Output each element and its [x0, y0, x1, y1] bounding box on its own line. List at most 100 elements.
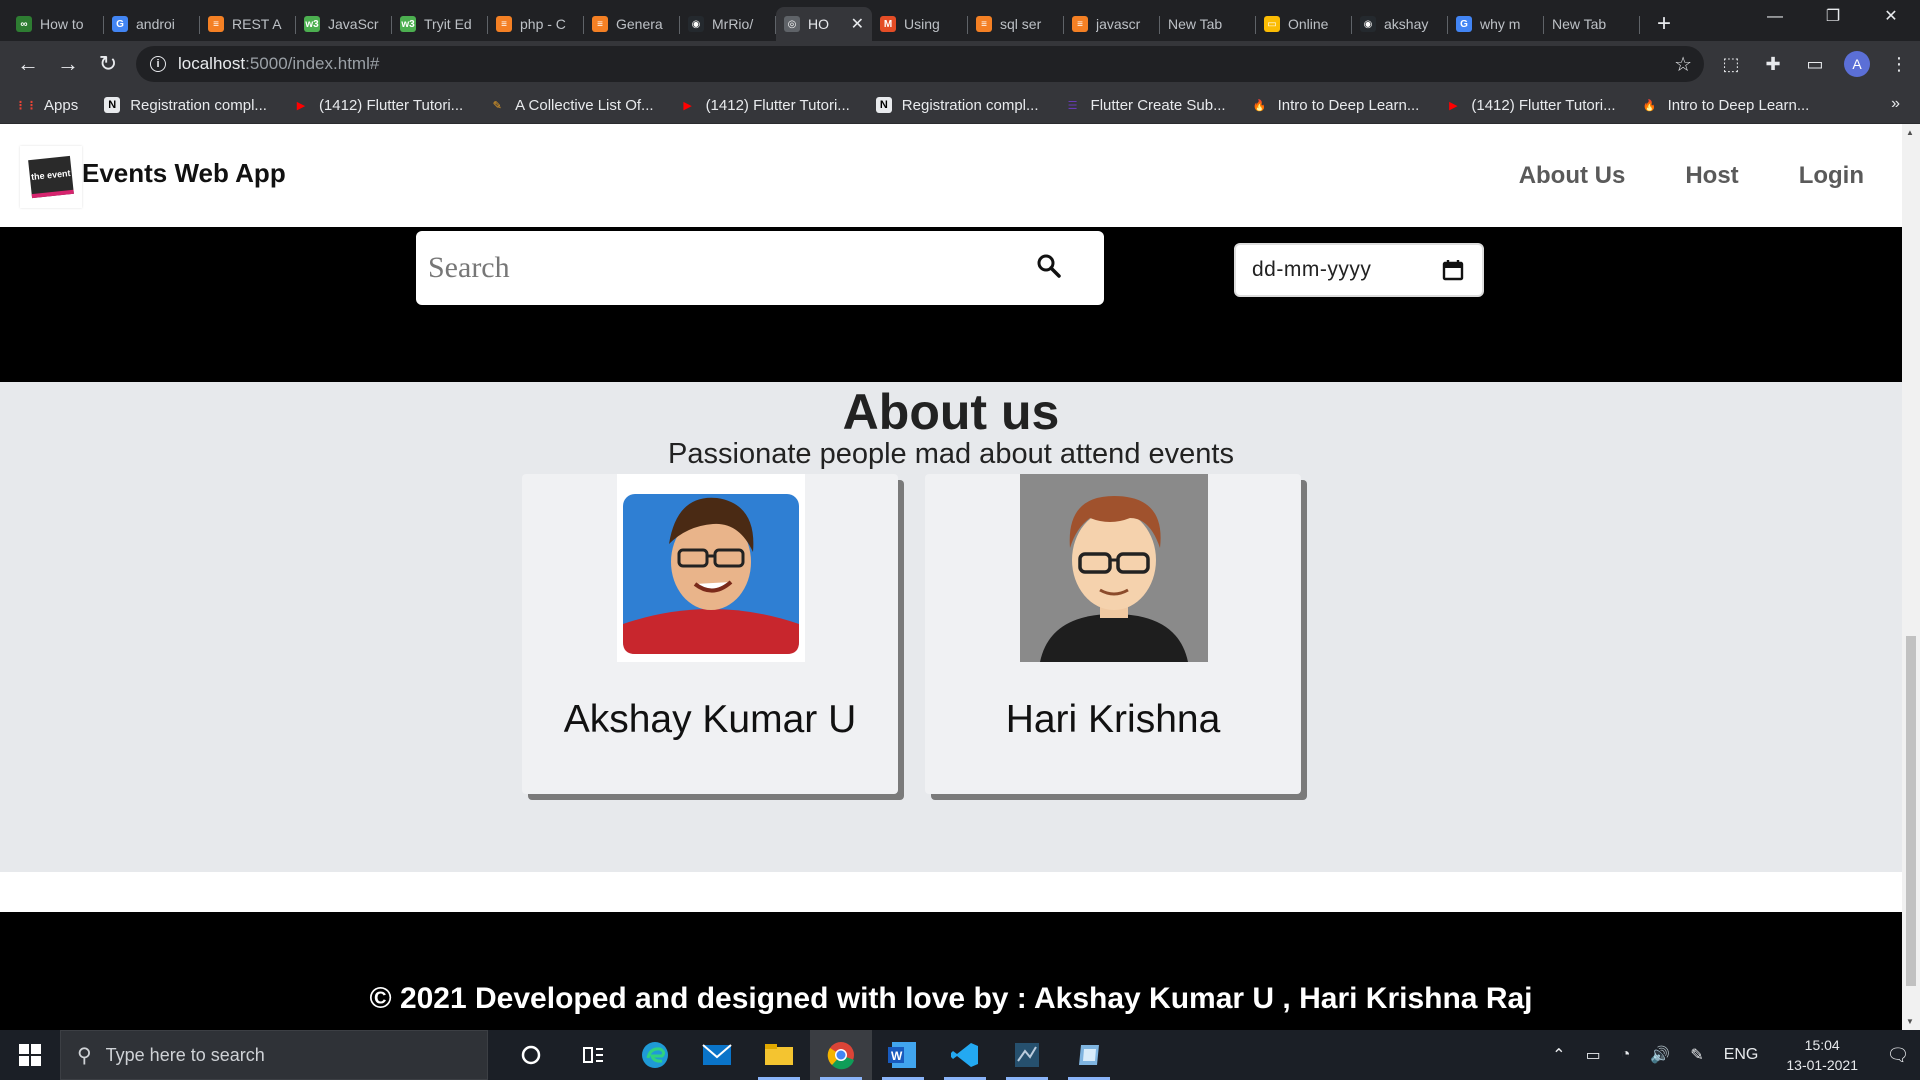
bookmark-favicon-icon: ☰: [1067, 99, 1078, 112]
app-window-icon[interactable]: [1058, 1030, 1120, 1080]
footer-spacer: [0, 872, 1902, 912]
menu-kebab-icon[interactable]: ⋮: [1878, 54, 1920, 75]
brand-title[interactable]: Events Web App: [82, 158, 286, 189]
mail-icon[interactable]: [686, 1030, 748, 1080]
windows-taskbar: ⚲ Type here to search W ⌃ ▭ ◔ 🔊 ✎ ENG 15…: [0, 1030, 1920, 1080]
tab-favicon-icon: ◉: [688, 16, 704, 32]
browser-tab[interactable]: New Tab: [1544, 7, 1640, 41]
scroll-up-icon[interactable]: ▲: [1906, 128, 1914, 137]
avatar: [1020, 474, 1208, 662]
site-logo[interactable]: the event: [20, 146, 82, 208]
browser-tab[interactable]: ≡ REST A: [200, 7, 296, 41]
search-icon[interactable]: [1036, 253, 1062, 284]
bookmark-item[interactable]: 🔥 Intro to Deep Learn...: [1252, 97, 1420, 114]
mysql-workbench-icon[interactable]: [996, 1030, 1058, 1080]
bookmarks-overflow-icon[interactable]: »: [1891, 95, 1900, 113]
browser-tab[interactable]: ◉ MrRio/: [680, 7, 776, 41]
reload-icon[interactable]: ↻: [88, 44, 128, 84]
clock-time: 15:04: [1804, 1037, 1840, 1053]
scrollbar-thumb[interactable]: [1906, 636, 1916, 986]
date-input[interactable]: dd-mm-yyyy: [1234, 243, 1484, 297]
bookmark-item[interactable]: 🔥 Intro to Deep Learn...: [1642, 97, 1810, 114]
browser-tab[interactable]: w3 Tryit Ed: [392, 7, 488, 41]
tab-title: New Tab: [1168, 16, 1223, 32]
tab-title: javascr: [1096, 16, 1141, 32]
word-icon[interactable]: W: [872, 1030, 934, 1080]
tab-favicon-icon: G: [112, 16, 128, 32]
tab-close-icon[interactable]: ✕: [851, 14, 864, 34]
browser-tab[interactable]: ≡ sql ser: [968, 7, 1064, 41]
nav-host[interactable]: Host: [1685, 162, 1738, 190]
windows-start-icon[interactable]: [0, 1030, 60, 1080]
back-icon[interactable]: ←: [8, 44, 48, 84]
bookmark-star-icon[interactable]: ☆: [1674, 52, 1692, 77]
page-scrollbar[interactable]: ▲ ▼: [1902, 124, 1920, 1030]
browser-tab[interactable]: M Using: [872, 7, 968, 41]
tab-title: sql ser: [1000, 16, 1042, 32]
tab-title: Using: [904, 16, 940, 32]
bookmark-item[interactable]: ▶ (1412) Flutter Tutori...: [293, 97, 463, 114]
battery-icon[interactable]: ▭: [1586, 1045, 1601, 1065]
language-indicator[interactable]: ENG: [1724, 1046, 1759, 1064]
taskbar-search-input[interactable]: ⚲ Type here to search: [60, 1030, 488, 1080]
browser-tab[interactable]: New Tab: [1160, 7, 1256, 41]
browser-tab[interactable]: ≡ javascr: [1064, 7, 1160, 41]
chevron-up-icon[interactable]: ⌃: [1552, 1045, 1565, 1065]
svg-text:W: W: [891, 1049, 903, 1063]
nav-about-us[interactable]: About Us: [1519, 162, 1626, 190]
bookmark-favicon-icon: N: [104, 97, 121, 113]
bookmark-item[interactable]: ☰ Flutter Create Sub...: [1065, 97, 1226, 114]
browser-tab[interactable]: ◎ HO ✕: [776, 7, 872, 41]
bookmark-item[interactable]: N Registration compl...: [104, 97, 267, 114]
wifi-icon[interactable]: ◔: [1621, 1046, 1631, 1064]
bookmark-item[interactable]: ⋮⋮ Apps: [15, 97, 78, 114]
browser-tab[interactable]: ≡ Genera: [584, 7, 680, 41]
bookmark-item[interactable]: ▶ (1412) Flutter Tutori...: [680, 97, 849, 114]
bookmark-item[interactable]: ▶ (1412) Flutter Tutori...: [1445, 97, 1615, 114]
nav-login[interactable]: Login: [1799, 162, 1864, 190]
browser-tab[interactable]: Gwhy m: [1448, 7, 1544, 41]
minimize-icon[interactable]: —: [1746, 0, 1804, 34]
tab-favicon-icon: ▭: [1264, 16, 1280, 32]
calendar-icon[interactable]: [1442, 259, 1464, 286]
profile-avatar[interactable]: A: [1836, 51, 1878, 77]
notification-icon[interactable]: 🗨: [1876, 1045, 1920, 1066]
bookmark-favicon-icon: ▶: [296, 99, 306, 112]
new-tab-button[interactable]: +: [1646, 7, 1682, 41]
browser-tab[interactable]: w3 JavaScr: [296, 7, 392, 41]
forward-icon[interactable]: →: [48, 44, 88, 84]
tab-favicon-icon: ≡: [1072, 16, 1088, 32]
close-window-icon[interactable]: ✕: [1862, 0, 1920, 34]
address-bar[interactable]: i localhost:5000/index.html# ☆: [136, 46, 1704, 82]
bookmark-item[interactable]: N Registration compl...: [875, 97, 1039, 114]
volume-icon[interactable]: 🔊: [1650, 1045, 1670, 1065]
browser-tab[interactable]: ≡ php - C: [488, 7, 584, 41]
browser-tab[interactable]: ∞ How to: [8, 7, 104, 41]
logo-text: the event: [30, 167, 71, 182]
screenshot-icon[interactable]: ⬚: [1710, 54, 1752, 75]
tab-title: REST A: [232, 16, 282, 32]
task-view-icon[interactable]: [562, 1030, 624, 1080]
scroll-down-icon[interactable]: ▼: [1906, 1017, 1914, 1026]
edge-icon[interactable]: [624, 1030, 686, 1080]
bookmark-label: Registration compl...: [130, 96, 267, 114]
vscode-icon[interactable]: [934, 1030, 996, 1080]
cortana-icon[interactable]: [500, 1030, 562, 1080]
file-explorer-icon[interactable]: [748, 1030, 810, 1080]
search-input[interactable]: Search: [416, 231, 1104, 305]
browser-tab[interactable]: ◉ akshay: [1352, 7, 1448, 41]
browser-tab[interactable]: Gandroi: [104, 7, 200, 41]
extensions-icon[interactable]: ✚: [1752, 54, 1794, 75]
bookmark-favicon-icon: N: [875, 97, 892, 113]
bookmark-item[interactable]: ✎ A Collective List Of...: [489, 97, 654, 114]
search-icon: ⚲: [77, 1044, 92, 1067]
browser-tab[interactable]: ▭ Online: [1256, 7, 1352, 41]
cast-icon[interactable]: ▭: [1794, 54, 1836, 75]
restore-icon[interactable]: ❐: [1804, 0, 1862, 34]
pen-icon[interactable]: ✎: [1690, 1045, 1703, 1065]
site-info-icon[interactable]: i: [150, 56, 166, 72]
clock[interactable]: 15:04 13-01-2021: [1786, 1035, 1858, 1075]
bookmark-favicon-icon: 🔥: [1252, 99, 1267, 112]
chrome-icon[interactable]: [810, 1030, 872, 1080]
bookmark-favicon-icon: 🔥: [1642, 99, 1657, 112]
